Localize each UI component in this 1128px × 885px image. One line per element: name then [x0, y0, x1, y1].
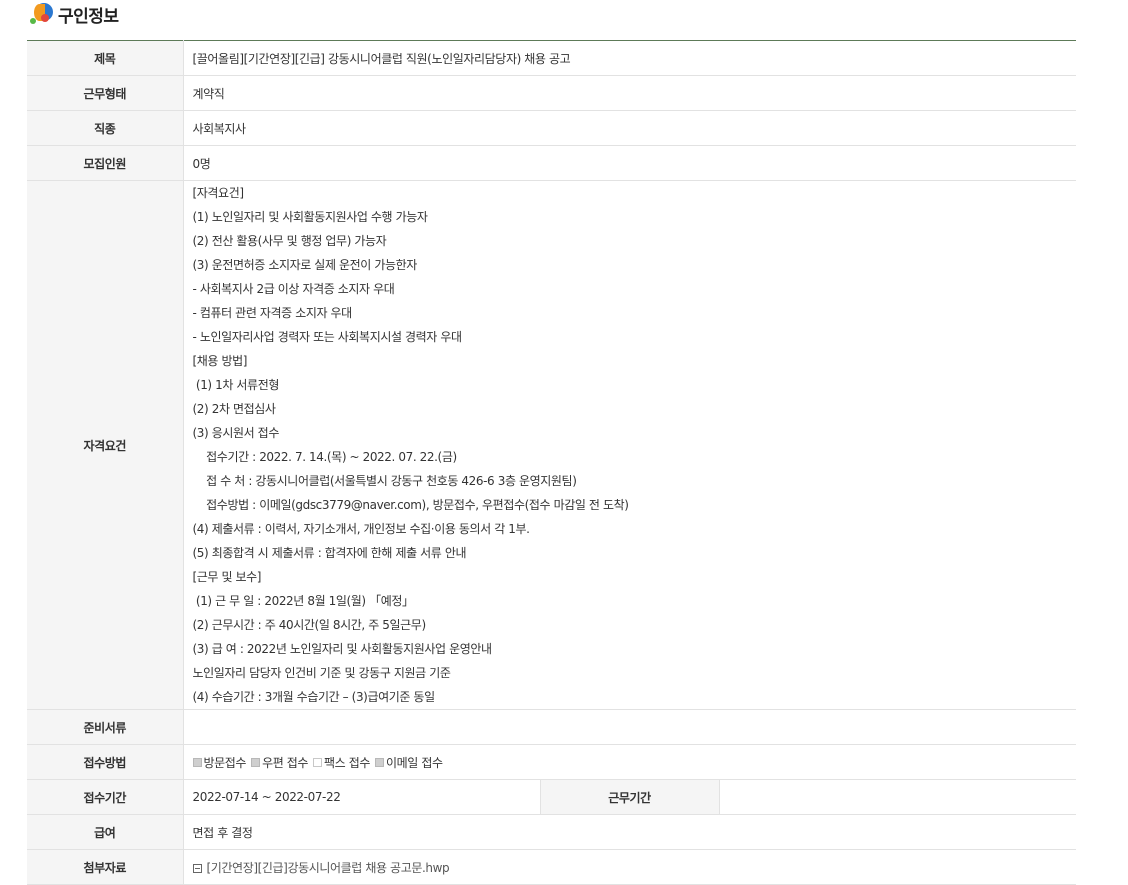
title-bullet-icon: [30, 2, 54, 26]
attachment-file-icon: [192, 863, 202, 873]
row-application-period: 접수기간 2022-07-14 ~ 2022-07-22 근무기간: [27, 779, 1076, 815]
method-fax: 팩스 접수: [313, 754, 370, 771]
label-requirements: 자격요건: [27, 180, 184, 710]
value-salary: 면접 후 결정: [183, 814, 1076, 850]
row-application-method: 접수방법 방문접수 우편 접수 팩스 접수 이메일 접수: [27, 744, 1077, 780]
row-work-type: 근무형태 계약직: [27, 75, 1076, 111]
value-headcount: 0명: [183, 145, 1076, 181]
method-email-label: 이메일 접수: [386, 755, 443, 770]
value-requirements: [자격요건] (1) 노인일자리 및 사회활동지원사업 수행 가능자 (2) 전…: [183, 180, 1076, 710]
method-visit: 방문접수: [192, 754, 247, 771]
row-requirements: 자격요건 [자격요건] (1) 노인일자리 및 사회활동지원사업 수행 가능자 …: [27, 180, 1076, 710]
value-application-period: 2022-07-14 ~ 2022-07-22: [183, 779, 540, 815]
requirement-line: - 컴퓨터 관련 자격증 소지자 우대: [192, 306, 353, 320]
method-fax-label: 팩스 접수: [324, 755, 371, 770]
method-visit-label: 방문접수: [203, 755, 247, 770]
row-job-category: 직종 사회복지사: [27, 110, 1076, 146]
row-headcount: 모집인원 0명: [27, 145, 1076, 181]
row-salary: 급여 면접 후 결정: [27, 814, 1076, 850]
label-work-type: 근무형태: [27, 75, 184, 111]
label-attachment: 첨부자료: [27, 849, 184, 885]
requirement-line: (4) 제출서류 : 이력서, 자기소개서, 개인정보 수집·이용 동의서 각 …: [192, 522, 530, 536]
requirement-line: (4) 수습기간 : 3개월 수습기간 – (3)급여기준 동일: [192, 690, 436, 704]
requirement-line: 접 수 처 : 강동시니어클럽(서울특별시 강동구 천호동 426-6 3층 운…: [192, 474, 577, 488]
value-title: [끌어올림][기간연장][긴급] 강동시니어클럽 직원(노인일자리담당자) 채용…: [183, 40, 1076, 76]
requirement-line: (2) 근무시간 : 주 40시간(일 8시간, 주 5일근무): [192, 618, 427, 632]
method-visit-checkbox: [192, 757, 202, 767]
label-documents: 준비서류: [27, 709, 184, 745]
requirement-line: 접수기간 : 2022. 7. 14.(목) ~ 2022. 07. 22.(금…: [192, 450, 457, 464]
label-application-method: 접수방법: [27, 744, 184, 780]
value-documents: [183, 709, 1076, 745]
requirement-line: [근무 및 보수]: [192, 570, 262, 584]
requirement-line: - 노인일자리사업 경력자 또는 사회복지시설 경력자 우대: [192, 330, 463, 344]
requirement-line: (5) 최종합격 시 제출서류 : 합격자에 한해 제출 서류 안내: [192, 546, 467, 560]
method-email: 이메일 접수: [375, 754, 443, 771]
label-title: 제목: [27, 40, 184, 76]
value-work-period: [719, 779, 1076, 815]
value-application-method: 방문접수 우편 접수 팩스 접수 이메일 접수: [183, 744, 1077, 780]
attachment-download-link[interactable]: [기간연장][긴급]강동시니어클럽 채용 공고문.hwp: [207, 861, 450, 875]
requirement-line: (1) 노인일자리 및 사회활동지원사업 수행 가능자: [192, 210, 428, 224]
job-info-table: 제목 [끌어올림][기간연장][긴급] 강동시니어클럽 직원(노인일자리담당자)…: [27, 40, 1076, 885]
value-job-category: 사회복지사: [183, 110, 1076, 146]
label-job-category: 직종: [27, 110, 184, 146]
requirement-line: - 사회복지사 2급 이상 자격증 소지자 우대: [192, 282, 395, 296]
requirement-line: (1) 근 무 일 : 2022년 8월 1일(월) 「예정」: [192, 594, 414, 608]
section-title: 구인정보: [30, 0, 119, 28]
label-headcount: 모집인원: [27, 145, 184, 181]
requirement-line: (2) 2차 면접심사: [192, 402, 276, 416]
requirement-line: (3) 운전면허증 소지자로 실제 운전이 가능한자: [192, 258, 418, 272]
value-attachment: [기간연장][긴급]강동시니어클럽 채용 공고문.hwp: [183, 849, 1076, 885]
application-method-list: 방문접수 우편 접수 팩스 접수 이메일 접수: [192, 754, 1077, 771]
requirement-line: [자격요건]: [192, 186, 245, 200]
label-salary: 급여: [27, 814, 184, 850]
label-work-period: 근무기간: [539, 779, 720, 815]
method-mail-checkbox: [251, 757, 261, 767]
row-title: 제목 [끌어올림][기간연장][긴급] 강동시니어클럽 직원(노인일자리담당자)…: [27, 40, 1076, 76]
label-application-period: 접수기간: [27, 779, 184, 815]
method-mail-label: 우편 접수: [262, 755, 309, 770]
requirement-line: [채용 방법]: [192, 354, 248, 368]
requirement-line: (1) 1차 서류전형: [192, 378, 279, 392]
method-mail: 우편 접수: [251, 754, 308, 771]
method-fax-checkbox: [313, 757, 323, 767]
requirement-line: (3) 응시원서 접수: [192, 426, 280, 440]
row-documents: 준비서류: [27, 709, 1076, 745]
method-email-checkbox: [375, 757, 385, 767]
requirement-line: 노인일자리 담당자 인건비 기준 및 강동구 지원금 기준: [192, 666, 451, 680]
requirement-line: 접수방법 : 이메일(gdsc3779@naver.com), 방문접수, 우편…: [192, 498, 629, 512]
row-attachment: 첨부자료 [기간연장][긴급]강동시니어클럽 채용 공고문.hwp: [27, 849, 1076, 885]
value-work-type: 계약직: [183, 75, 1076, 111]
requirement-line: (2) 전산 활용(사무 및 행정 업무) 가능자: [192, 234, 387, 248]
section-title-text: 구인정보: [58, 6, 119, 27]
requirement-line: (3) 급 여 : 2022년 노인일자리 및 사회활동지원사업 운영안내: [192, 642, 493, 656]
